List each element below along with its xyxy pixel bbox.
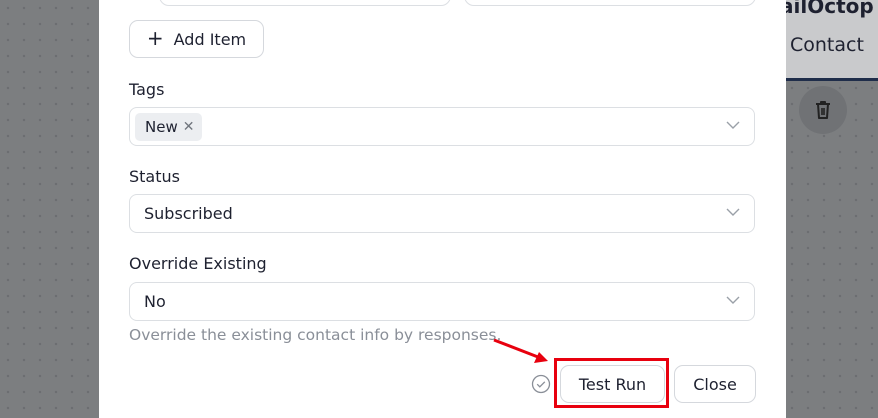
override-existing-hint: Override the existing contact info by re…	[129, 326, 502, 344]
background-delete-button	[799, 86, 847, 134]
trash-icon	[816, 101, 830, 119]
background-tab-contact: Contact	[790, 34, 864, 56]
modal-dialog: + Add Item Tags New ✕ Status Subscribed …	[99, 0, 786, 418]
check-circle-icon	[531, 374, 551, 394]
tags-select[interactable]: New ✕	[129, 107, 755, 146]
plus-icon: +	[146, 26, 164, 50]
tags-label: Tags	[129, 80, 165, 99]
override-existing-value: No	[144, 292, 166, 311]
status-select[interactable]: Subscribed	[129, 194, 755, 233]
annotation-arrow	[493, 338, 548, 363]
status-label: Status	[129, 167, 180, 186]
chevron-down-icon	[726, 208, 740, 216]
tag-chip: New ✕	[135, 113, 203, 141]
override-existing-label: Override Existing	[129, 254, 267, 273]
previous-field-right[interactable]	[464, 0, 756, 6]
status-value: Subscribed	[144, 204, 233, 223]
annotation-highlight-box	[554, 358, 669, 408]
chevron-down-icon	[726, 121, 740, 129]
close-button[interactable]: Close	[674, 365, 756, 403]
chevron-down-icon	[726, 296, 740, 304]
remove-tag-icon[interactable]: ✕	[183, 119, 195, 135]
close-label: Close	[693, 374, 737, 394]
background-card: ailOctop Contact	[770, 0, 878, 81]
tag-chip-label: New	[145, 118, 178, 136]
previous-field-left[interactable]	[159, 0, 451, 6]
background-app-title: ailOctop	[780, 0, 874, 18]
override-existing-select[interactable]: No	[129, 282, 755, 321]
add-item-button[interactable]: + Add Item	[129, 20, 264, 58]
add-item-label: Add Item	[173, 29, 247, 49]
